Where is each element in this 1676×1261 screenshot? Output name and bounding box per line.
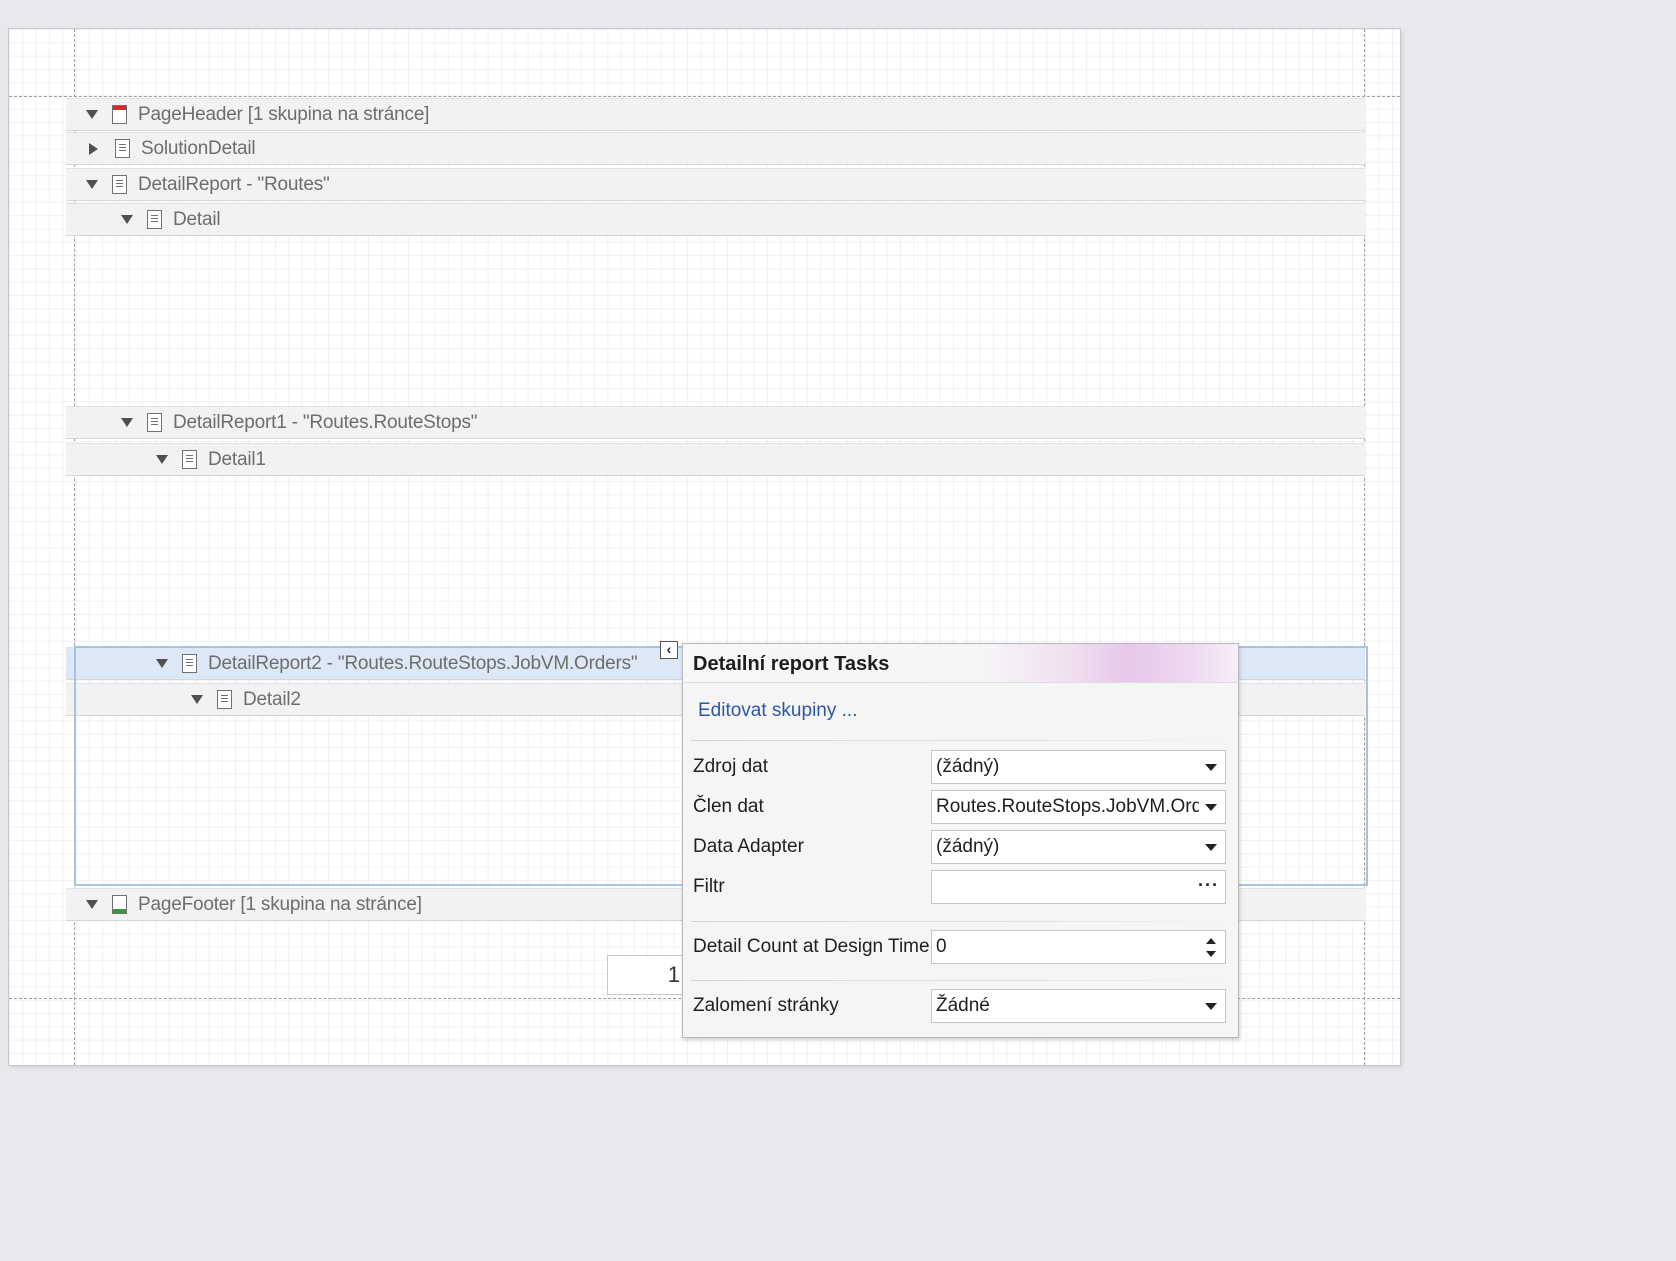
- detail-report-tasks-panel: Detailní report Tasks Editovat skupiny .…: [682, 643, 1239, 1038]
- page-break-value: Žádné: [936, 995, 990, 1016]
- page-number-label[interactable]: 1: [607, 955, 689, 995]
- collapse-arrow-icon[interactable]: [156, 659, 168, 668]
- dropdown-arrow-icon[interactable]: [1205, 804, 1217, 811]
- collapse-arrow-icon[interactable]: [86, 180, 98, 189]
- collapse-arrow-icon[interactable]: [156, 455, 168, 464]
- band-detailreport[interactable]: DetailReport - "Routes": [66, 168, 1365, 201]
- band-label: DetailReport1 - "Routes.RouteStops": [173, 411, 478, 433]
- band-label: Detail2: [243, 688, 301, 710]
- page-break-dropdown[interactable]: Žádné: [931, 989, 1226, 1023]
- page-header-band-icon: [112, 105, 127, 124]
- separator: [691, 921, 1226, 922]
- filter-row: Filtr ···: [693, 870, 1226, 906]
- band-label: DetailReport2 - "Routes.RouteStops.JobVM…: [208, 652, 638, 674]
- band-label: PageFooter [1 skupina na stránce]: [138, 893, 422, 915]
- data-adapter-value: (žádný): [936, 836, 1000, 857]
- data-member-label: Člen dat: [693, 796, 764, 817]
- top-margin-line: [9, 96, 1400, 97]
- detail-band-icon: [147, 413, 162, 432]
- spin-down-icon[interactable]: [1206, 951, 1216, 957]
- detail-count-row: Detail Count at Design Time 0: [693, 930, 1226, 966]
- collapse-arrow-icon[interactable]: [86, 110, 98, 119]
- band-pageheader[interactable]: PageHeader [1 skupina na stránce]: [66, 98, 1365, 131]
- edit-groups-link[interactable]: Editovat skupiny ...: [698, 700, 857, 722]
- data-source-value: (žádný): [936, 756, 1000, 777]
- dropdown-arrow-icon[interactable]: [1205, 844, 1217, 851]
- page-break-row: Zalomení stránky Žádné: [693, 989, 1226, 1025]
- data-member-value: Routes.RouteStops.JobVM.Orders: [936, 796, 1199, 817]
- data-adapter-row: Data Adapter (žádný): [693, 830, 1226, 866]
- data-adapter-dropdown[interactable]: (žádný): [931, 830, 1226, 864]
- band-label: SolutionDetail: [141, 137, 256, 159]
- detail-count-spinner[interactable]: 0: [931, 930, 1226, 964]
- band-detailreport1[interactable]: DetailReport1 - "Routes.RouteStops": [66, 406, 1365, 439]
- detail-band-icon: [217, 690, 232, 709]
- band-label: DetailReport - "Routes": [138, 173, 330, 195]
- data-adapter-label: Data Adapter: [693, 836, 804, 857]
- detail-count-label: Detail Count at Design Time: [693, 936, 930, 957]
- data-member-dropdown[interactable]: Routes.RouteStops.JobVM.Orders: [931, 790, 1226, 824]
- dropdown-arrow-icon[interactable]: [1205, 1003, 1217, 1010]
- band-solutiondetail[interactable]: SolutionDetail: [66, 132, 1365, 165]
- filter-label: Filtr: [693, 876, 725, 897]
- separator: [691, 740, 1226, 741]
- collapse-arrow-icon[interactable]: [86, 900, 98, 909]
- data-source-dropdown[interactable]: (žádný): [931, 750, 1226, 784]
- band-label: PageHeader [1 skupina na stránce]: [138, 103, 430, 125]
- band-label: Detail: [173, 208, 221, 230]
- detail-count-value: 0: [936, 936, 947, 957]
- detail-band-icon: [182, 450, 197, 469]
- detail-band-icon: [115, 139, 130, 158]
- band-label: Detail1: [208, 448, 266, 470]
- detail-band-icon: [112, 175, 127, 194]
- smart-tag-button[interactable]: ‹: [660, 641, 678, 659]
- expand-arrow-icon[interactable]: [89, 142, 98, 155]
- ellipsis-icon[interactable]: ···: [1198, 871, 1219, 901]
- collapse-arrow-icon[interactable]: [191, 695, 203, 704]
- data-member-row: Člen dat Routes.RouteStops.JobVM.Orders: [693, 790, 1226, 826]
- data-source-row: Zdroj dat (žádný): [693, 750, 1226, 786]
- spin-up-icon[interactable]: [1206, 938, 1216, 944]
- page-footer-band-icon: [112, 895, 127, 914]
- detail-band-icon: [147, 210, 162, 229]
- filter-field[interactable]: ···: [931, 870, 1226, 904]
- data-source-label: Zdroj dat: [693, 756, 768, 777]
- collapse-arrow-icon[interactable]: [121, 215, 133, 224]
- dropdown-arrow-icon[interactable]: [1205, 764, 1217, 771]
- page-break-label: Zalomení stránky: [693, 995, 839, 1016]
- band-detail[interactable]: Detail: [66, 203, 1365, 236]
- collapse-arrow-icon[interactable]: [121, 418, 133, 427]
- band-detail1[interactable]: Detail1: [66, 443, 1365, 476]
- detail-band-icon: [182, 654, 197, 673]
- separator: [691, 980, 1226, 981]
- tasks-title: Detailní report Tasks: [683, 644, 1238, 683]
